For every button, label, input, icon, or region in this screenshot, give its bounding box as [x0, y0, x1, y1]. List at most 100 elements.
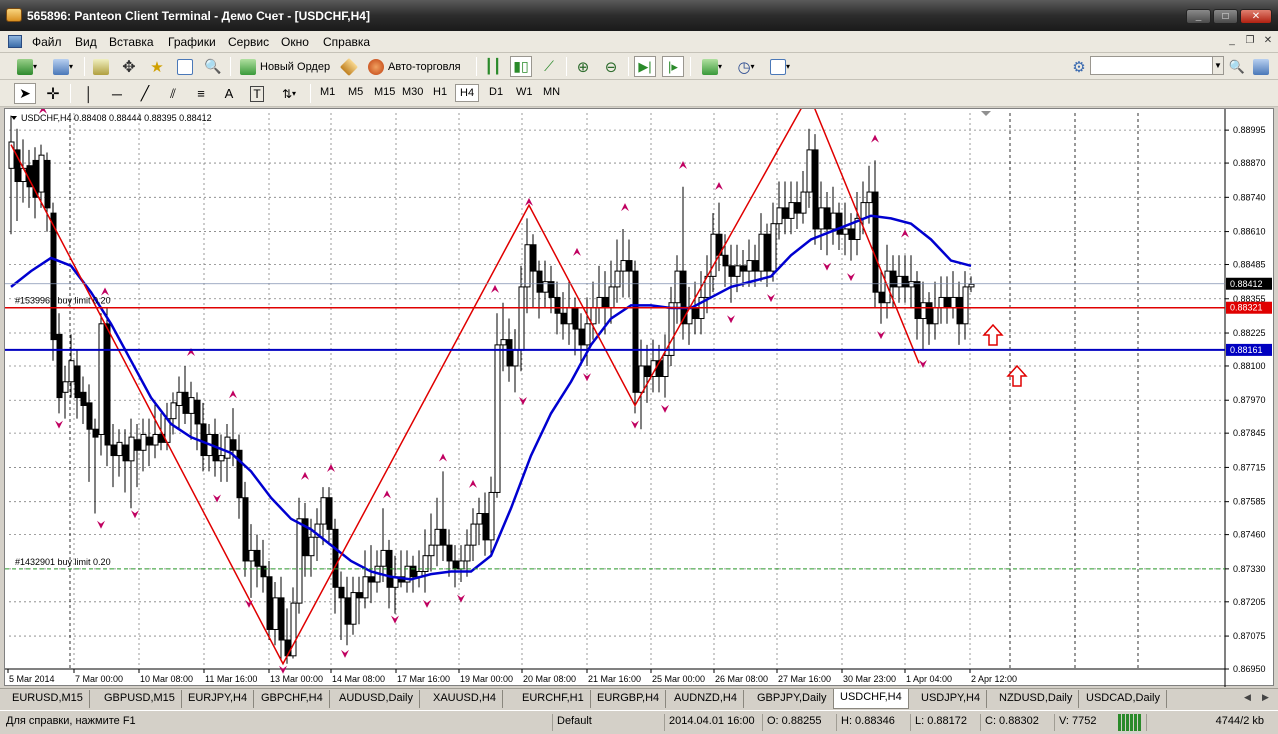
price-tick-label: 0.87460 — [1233, 530, 1266, 540]
search-icon[interactable]: 🔍 — [1226, 56, 1248, 77]
strategy-tester-icon[interactable]: 🔍 — [202, 56, 224, 77]
mdi-close-icon[interactable]: ✕ — [1260, 34, 1276, 48]
bar-low: L: 0.88172 — [910, 714, 980, 731]
connection-status-icon — [1118, 714, 1142, 731]
chart-window[interactable]: 0.88995 0.88870 0.88740 0.88610 0.88485 0.883… — [4, 108, 1275, 687]
price-tick-label: 0.88870 — [1233, 158, 1266, 168]
horizontal-line-icon[interactable]: ─ — [106, 83, 128, 104]
fibonacci-icon[interactable]: ≡ — [190, 83, 212, 104]
menu-charts[interactable]: Графики — [168, 35, 216, 49]
candle-body — [140, 433, 147, 451]
chart-tab[interactable]: EURCHF,H1 — [516, 690, 591, 708]
bar-chart-icon[interactable]: ┃┃ — [482, 56, 504, 77]
chart-tab[interactable]: AUDUSD,Daily — [333, 690, 420, 708]
new-order-button[interactable]: Новый Ордер — [236, 56, 334, 77]
menu-insert[interactable]: Вставка — [109, 35, 154, 49]
text-icon[interactable]: A — [218, 83, 240, 104]
metaeditor-icon[interactable] — [338, 56, 360, 77]
templates-icon[interactable]: ▾ — [765, 56, 795, 77]
chart-tab[interactable]: AUDNZD,H4 — [668, 690, 744, 708]
tab-scroll-left-icon[interactable]: ◀ — [1244, 692, 1251, 703]
timeframe-h4[interactable]: H4 — [455, 84, 480, 102]
candlestick-chart-icon[interactable]: ▮▯ — [510, 56, 532, 77]
chart-tab[interactable]: GBPCHF,H4 — [255, 690, 330, 708]
crosshair-icon[interactable]: ✛ — [42, 83, 64, 104]
chart-tab[interactable]: EURJPY,H4 — [182, 690, 255, 708]
candle-body — [950, 296, 957, 309]
minimize-button[interactable]: _ — [1186, 9, 1211, 24]
timeframe-m30[interactable]: M30 — [398, 84, 427, 100]
menu-help[interactable]: Справка — [323, 35, 370, 49]
help-hint: Для справки, нажмите F1 — [6, 715, 136, 727]
chart-tab[interactable]: USDCAD,Daily — [1080, 690, 1167, 708]
mdi-minimize-icon[interactable]: _ — [1224, 34, 1240, 48]
menu-view[interactable]: Вид — [75, 35, 97, 49]
chart-tab[interactable]: GBPJPY,Daily — [751, 690, 834, 708]
zoom-in-icon[interactable]: ⊕ — [572, 56, 594, 77]
autotrading-button[interactable]: Авто-торговля — [364, 56, 465, 77]
crosshair-nav-icon[interactable]: ✥ — [118, 56, 140, 77]
periods-icon[interactable]: ◷ ▾ — [731, 56, 761, 77]
timeframe-m5[interactable]: M5 — [344, 84, 367, 100]
document-icon[interactable] — [8, 35, 22, 48]
timeframe-w1[interactable]: W1 — [512, 84, 537, 100]
maximize-button[interactable]: □ — [1213, 9, 1238, 24]
vertical-line-icon[interactable]: │ — [78, 83, 100, 104]
new-chart-icon[interactable]: ▾ — [12, 56, 42, 77]
timeframe-h1[interactable]: H1 — [429, 84, 451, 100]
trendline-icon[interactable]: ╱ — [134, 83, 156, 104]
chart-shift-icon[interactable]: |▸ — [662, 56, 684, 77]
chart-tab[interactable]: GBPUSD,M15 — [98, 690, 182, 708]
menu-window[interactable]: Окно — [281, 35, 309, 49]
menu-tools[interactable]: Сервис — [228, 35, 269, 49]
chart-tab[interactable]: USDCHF,H4 — [833, 689, 909, 709]
market-watch-icon[interactable] — [90, 56, 112, 77]
chart-tab[interactable]: NZDUSD,Daily — [993, 690, 1080, 708]
line-chart-icon[interactable]: ⟋ — [538, 56, 560, 77]
search-dropdown-icon[interactable]: ▼ — [1212, 56, 1224, 75]
profiles-icon[interactable]: ▾ — [48, 56, 78, 77]
candle-body — [344, 597, 351, 625]
terminal-icon[interactable] — [174, 56, 196, 77]
chart-tab[interactable]: EURUSD,M15 — [6, 690, 90, 708]
timeframe-d1[interactable]: D1 — [485, 84, 507, 100]
chart-tab[interactable]: XAUUSD,H4 — [427, 690, 503, 708]
timeframe-m15[interactable]: M15 — [370, 84, 399, 100]
candle-body — [572, 307, 579, 330]
text-label-icon[interactable]: T — [246, 83, 268, 104]
tab-scroll-right-icon[interactable]: ▶ — [1262, 692, 1269, 703]
fractal-up-marker — [871, 134, 879, 143]
autoscroll-icon[interactable]: ▶| — [634, 56, 656, 77]
search-input[interactable] — [1090, 56, 1224, 75]
timeframe-m1[interactable]: M1 — [316, 84, 339, 100]
timeframe-mn[interactable]: MN — [539, 84, 564, 100]
zoom-out-icon[interactable]: ⊖ — [600, 56, 622, 77]
cursor-icon[interactable]: ➤ — [14, 83, 36, 104]
candle-body — [662, 354, 669, 378]
fractal-up-marker — [469, 479, 477, 488]
candle-body — [638, 365, 645, 393]
candle-body — [122, 444, 129, 462]
time-tick-label: 26 Mar 08:00 — [715, 674, 768, 684]
candle-body — [494, 344, 501, 493]
equidistant-channel-icon[interactable]: ⫽ — [162, 83, 184, 104]
candle-body — [926, 302, 933, 325]
favorites-icon[interactable]: ★ — [146, 56, 168, 77]
chart-tabs: EURUSD,M15 GBPUSD,M15 EURJPY,H4 GBPCHF,H4 AU… — [0, 688, 1278, 709]
candle-body — [248, 549, 255, 562]
chart-header: USDCHF,H4 0.88408 0.88444 0.88395 0.8841… — [21, 113, 212, 123]
close-button[interactable]: ✕ — [1240, 9, 1272, 24]
mailbox-icon[interactable] — [1250, 56, 1272, 77]
candle-body — [512, 349, 519, 367]
chart-tab[interactable]: USDJPY,H4 — [915, 690, 988, 708]
price-chart[interactable]: 0.88995 0.88870 0.88740 0.88610 0.88485 0.883… — [5, 109, 1275, 687]
mdi-restore-icon[interactable]: ❐ — [1242, 34, 1258, 48]
arrows-icon[interactable]: ⇅ ▾ — [274, 83, 304, 104]
indicators-icon[interactable]: ▾ — [697, 56, 727, 77]
fractal-down-marker — [631, 420, 639, 429]
time-tick-label: 1 Apr 04:00 — [906, 674, 952, 684]
settings-gear-icon[interactable]: ⚙ — [1068, 56, 1090, 77]
chart-tab[interactable]: EURGBP,H4 — [591, 690, 667, 708]
candle-body — [254, 549, 261, 567]
menu-file[interactable]: Файл — [32, 35, 62, 49]
